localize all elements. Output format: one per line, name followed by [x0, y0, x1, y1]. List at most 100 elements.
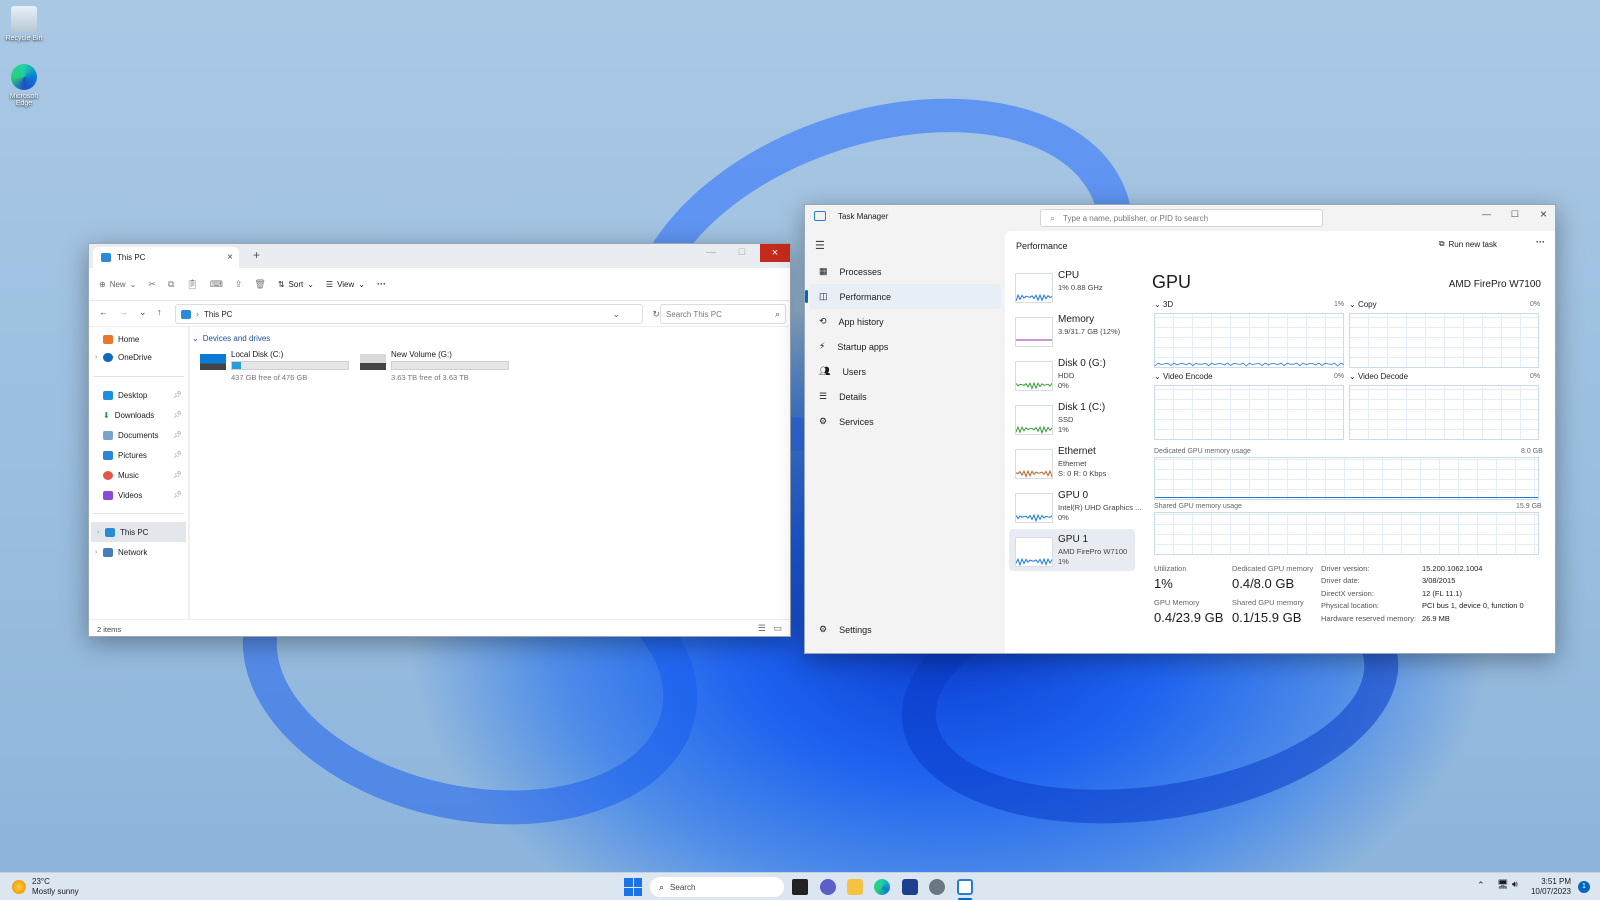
file-explorer-icon[interactable]	[847, 879, 863, 895]
section-header[interactable]: ⌄ Devices and drives	[192, 334, 270, 343]
edge-icon[interactable]	[874, 879, 890, 895]
nav-details[interactable]: ☰ Details	[809, 384, 1001, 409]
close-tab-icon[interactable]: ×	[227, 252, 233, 263]
address-dropdown-icon[interactable]: ⌄	[612, 309, 620, 320]
new-button[interactable]: ⊕ New ⌄	[99, 280, 136, 289]
drive-item-c[interactable]: Local Disk (C:) 437 GB free of 476 GB	[200, 350, 350, 384]
nav-item-downloads[interactable]: ⬇ Downloads 📌︎	[89, 405, 188, 425]
pin-icon[interactable]: 📌︎	[173, 431, 182, 439]
search-field[interactable]: Search This PC ⌕	[660, 304, 786, 324]
more-options-button[interactable]: ···	[377, 279, 386, 289]
nav-label: OneDrive	[118, 352, 152, 362]
property-value: 3/08/2015	[1422, 576, 1456, 585]
weather-temperature[interactable]: 23°C	[32, 877, 50, 886]
details-view-icon[interactable]: ☰	[758, 623, 766, 634]
nav-performance[interactable]: ◫ Performance	[805, 284, 1001, 309]
minimize-icon[interactable]: —	[1482, 209, 1491, 219]
copy-icon[interactable]: ⧉	[168, 279, 174, 290]
nav-services[interactable]: ⚙︎ Services	[809, 409, 1001, 434]
notification-badge[interactable]: 1	[1578, 881, 1590, 893]
tiles-view-icon[interactable]: ▭	[773, 623, 782, 634]
graph-label-video-encode[interactable]: ⌄ Video Encode	[1154, 372, 1213, 381]
device-item[interactable]: GPU 0 Intel(R) UHD Graphics ... 0%	[1009, 485, 1141, 527]
rename-icon[interactable]: ⌨	[210, 279, 223, 290]
view-button[interactable]: ☰ View ⌄	[326, 280, 365, 289]
drive-item-g[interactable]: New Volume (G:) 3.63 TB free of 3.63 TB	[360, 350, 510, 384]
clock-time[interactable]: 3:51 PM	[1535, 877, 1571, 886]
close-icon[interactable]: ×	[1540, 207, 1547, 221]
graph-label-3d[interactable]: ⌄ 3D	[1154, 300, 1173, 309]
device-item[interactable]: CPU 1% 0.88 GHz	[1009, 265, 1135, 307]
store-icon[interactable]	[902, 879, 918, 895]
nav-item-onedrive[interactable]: › OneDrive	[89, 347, 188, 367]
graph-label-copy[interactable]: ⌄ Copy	[1349, 300, 1377, 309]
nav-item-documents[interactable]: Documents 📌︎	[89, 425, 188, 445]
expand-chevron-icon[interactable]: ›	[95, 549, 97, 556]
forward-arrow-icon[interactable]: →	[119, 307, 128, 317]
desktop-icon-edge[interactable]: Microsoft Edge	[2, 64, 46, 107]
nav-app-history[interactable]: ⟲ App history	[809, 309, 1001, 334]
close-window-button[interactable]: ×	[760, 244, 790, 262]
pin-icon[interactable]: 📌︎	[173, 451, 182, 459]
show-hidden-icons-icon[interactable]: ⌃	[1477, 880, 1485, 891]
pin-icon[interactable]: 📌︎	[173, 411, 182, 419]
nav-processes[interactable]: ▦ Processes	[809, 259, 1001, 284]
new-tab-button[interactable]: +	[253, 248, 260, 262]
up-arrow-icon[interactable]: ↑	[157, 307, 162, 317]
expand-chevron-icon[interactable]: ›	[95, 354, 97, 361]
weather-sun-icon[interactable]	[12, 880, 26, 894]
content-pane: ⌄ Devices and drives Local Disk (C:) 437 …	[190, 327, 790, 619]
hamburger-menu-icon[interactable]: ☰	[815, 239, 825, 252]
nav-item-network[interactable]: › Network	[89, 542, 188, 562]
back-arrow-icon[interactable]: ←	[99, 307, 108, 317]
refresh-icon[interactable]: ↻	[652, 309, 660, 320]
more-options-icon[interactable]: ···	[1536, 237, 1545, 247]
weather-description[interactable]: Mostly sunny	[32, 887, 79, 896]
process-search-field[interactable]: ⌕ Type a name, publisher, or PID to sear…	[1040, 209, 1323, 227]
pin-icon[interactable]: 📌︎	[173, 471, 182, 479]
network-icon[interactable]: 🖥︎	[1497, 879, 1508, 890]
settings-gear-icon[interactable]	[929, 879, 945, 895]
sort-button[interactable]: ⇅ Sort ⌄	[278, 280, 314, 289]
recent-chevron-icon[interactable]: ⌄	[139, 307, 147, 318]
paste-icon[interactable]: 📋︎	[186, 279, 197, 290]
teams-chat-icon[interactable]	[820, 879, 836, 895]
nav-item-pictures[interactable]: Pictures 📌︎	[89, 445, 188, 465]
start-button[interactable]	[624, 878, 642, 896]
pin-icon[interactable]: 📌︎	[173, 491, 182, 499]
maximize-icon[interactable]: ☐	[738, 247, 746, 258]
task-manager-icon[interactable]	[957, 879, 973, 895]
device-item[interactable]: GPU 1 AMD FirePro W7100 1%	[1009, 529, 1135, 571]
nav-startup-apps[interactable]: ⚡︎ Startup apps	[809, 334, 1001, 359]
device-item[interactable]: Disk 0 (G:) HDD 0%	[1009, 353, 1135, 395]
address-field[interactable]: › This PC ⌄ ↻	[175, 304, 660, 324]
expand-chevron-icon[interactable]: ›	[97, 529, 99, 536]
tab-this-pc[interactable]: This PC ×	[93, 247, 239, 268]
nav-item-this-pc[interactable]: › This PC	[91, 522, 186, 542]
volume-icon[interactable]: 🔊︎	[1512, 879, 1518, 890]
taskbar-search[interactable]: ⌕ Search	[650, 877, 784, 897]
nav-settings[interactable]: ⚙︎ Settings	[809, 617, 1001, 642]
nav-item-home[interactable]: Home	[89, 329, 188, 349]
device-item[interactable]: Ethernet Ethernet S: 0 R: 0 Kbps	[1009, 441, 1135, 483]
cut-icon[interactable]: ✂	[148, 279, 156, 290]
nav-item-desktop[interactable]: Desktop 📌︎	[89, 385, 188, 405]
device-item[interactable]: Memory 3.9/31.7 GB (12%)	[1009, 309, 1135, 351]
nav-item-music[interactable]: Music 📌︎	[89, 465, 188, 485]
nav-item-videos[interactable]: Videos 📌︎	[89, 485, 188, 505]
nav-users[interactable]: 👥︎ Users	[809, 359, 1001, 384]
pin-icon[interactable]: 📌︎	[173, 391, 182, 399]
run-new-task-button[interactable]: ⧉ Run new task	[1439, 239, 1497, 249]
device-item[interactable]: Disk 1 (C:) SSD 1%	[1009, 397, 1135, 439]
delete-icon[interactable]: 🗑︎	[254, 279, 265, 290]
minimize-icon[interactable]: —	[706, 247, 716, 258]
sparkline	[1016, 469, 1052, 478]
share-icon[interactable]: ⇪	[235, 279, 243, 290]
graph-label-video-decode[interactable]: ⌄ Video Decode	[1349, 372, 1408, 381]
maximize-icon[interactable]: ☐	[1511, 209, 1519, 220]
desktop-folder-icon	[103, 390, 113, 400]
clock-date[interactable]: 10/07/2023	[1527, 887, 1571, 896]
task-view-icon[interactable]	[792, 879, 808, 895]
desktop-icon-recycle-bin[interactable]: Recycle Bin	[2, 6, 46, 42]
device-list: CPU 1% 0.88 GHz Memory 3.9/31.7 GB (12%) Dis…	[1005, 265, 1145, 571]
